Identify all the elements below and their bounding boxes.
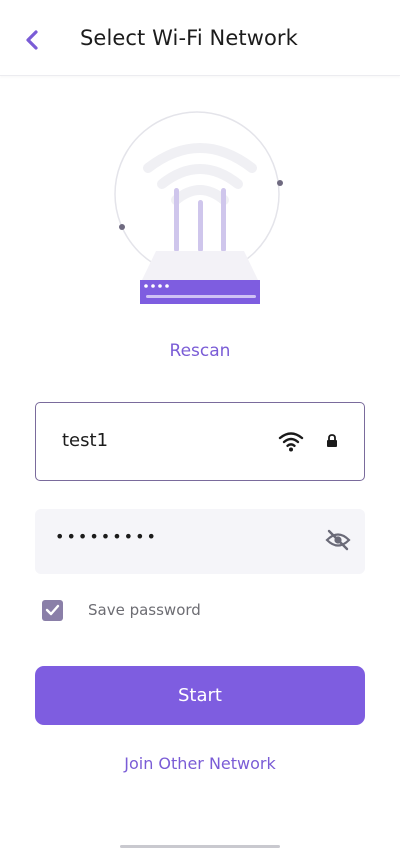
home-indicator[interactable] <box>120 845 280 848</box>
save-password-checkbox[interactable] <box>42 599 63 621</box>
password-field[interactable]: ••••••••• <box>35 509 365 574</box>
save-password-label: Save password <box>88 601 201 619</box>
page-title: Select Wi-Fi Network <box>80 26 298 50</box>
chevron-left-icon <box>26 30 38 50</box>
back-button[interactable] <box>16 24 48 56</box>
app-header: Select Wi-Fi Network <box>0 0 400 76</box>
network-ssid: test1 <box>62 430 109 451</box>
save-password-row[interactable]: Save password <box>42 599 201 621</box>
password-value: ••••••••• <box>55 527 158 546</box>
network-select-field[interactable]: test1 <box>35 402 365 481</box>
rescan-link[interactable]: Rescan <box>0 341 400 361</box>
start-button[interactable]: Start <box>35 666 365 725</box>
lock-icon <box>327 434 337 447</box>
router-illustration <box>100 110 300 320</box>
wifi-icon <box>278 432 304 452</box>
join-other-network-link[interactable]: Join Other Network <box>0 754 400 773</box>
eye-off-icon[interactable] <box>325 529 351 551</box>
check-icon <box>45 604 60 616</box>
